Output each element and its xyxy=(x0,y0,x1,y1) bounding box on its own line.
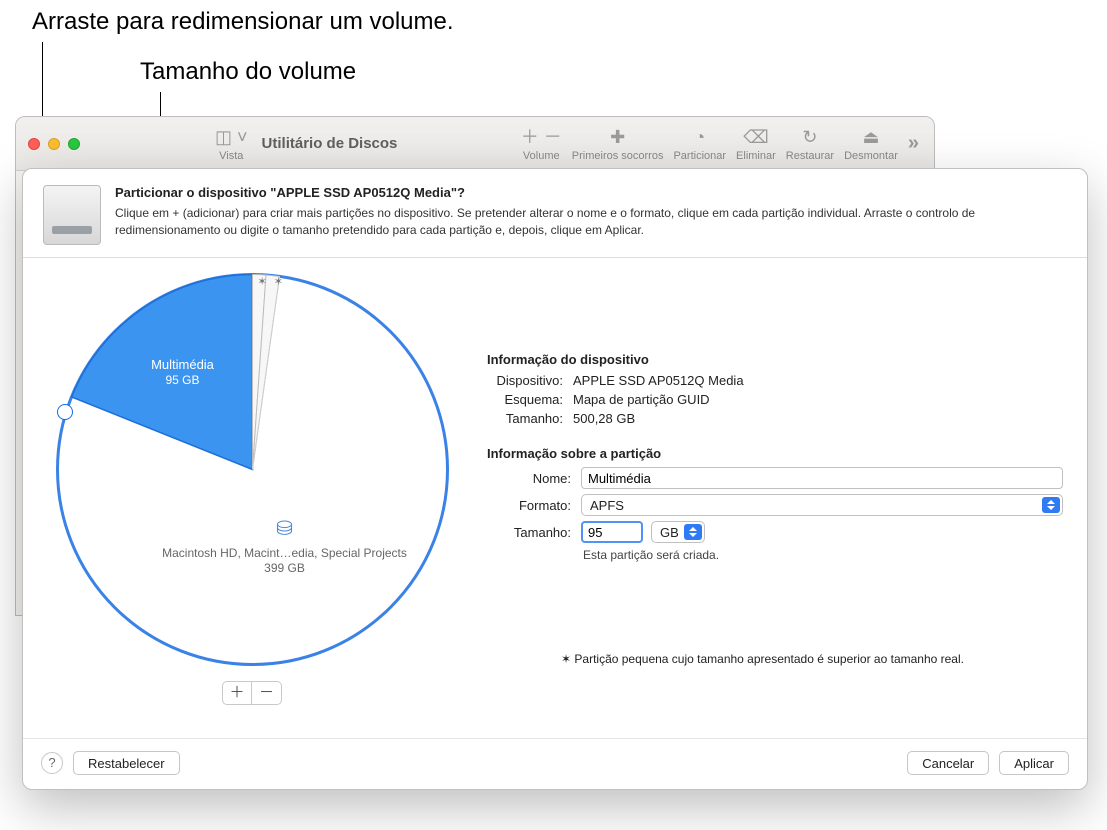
plus-minus-icon: ＋ － xyxy=(521,126,562,148)
pie-icon: ◔ xyxy=(694,126,705,148)
dialog-title: Particionar o dispositivo "APPLE SSD AP0… xyxy=(115,185,1035,200)
format-select[interactable]: APFS xyxy=(581,494,1063,516)
toolbar-volume[interactable]: ＋ － Volume xyxy=(521,126,562,162)
window-controls[interactable] xyxy=(28,138,80,150)
dialog-header: Particionar o dispositivo "APPLE SSD AP0… xyxy=(23,169,1087,258)
toolbar-first-aid-label: Primeiros socorros xyxy=(572,150,664,162)
name-label: Nome: xyxy=(487,471,573,486)
toolbar-first-aid[interactable]: ✚ Primeiros socorros xyxy=(572,126,664,162)
device-info-heading: Informação do dispositivo xyxy=(487,352,1063,367)
scheme-value: Mapa de partição GUID xyxy=(573,392,710,407)
size-label: Tamanho: xyxy=(487,411,573,426)
erase-icon: ⌫ xyxy=(743,126,768,148)
toolbar-partition-label: Particionar xyxy=(673,150,726,162)
pie-slice-size: 95 GB xyxy=(118,373,248,388)
toolbar-volume-label: Volume xyxy=(523,150,560,162)
titlebar: ◫ ˅ Vista Utilitário de Discos ＋ － Volum… xyxy=(16,117,934,171)
toolbar-restore-label: Restaurar xyxy=(786,150,834,162)
add-partition-button[interactable]: ＋ xyxy=(222,681,252,705)
toolbar-erase[interactable]: ⌫ Eliminar xyxy=(736,126,776,162)
toolbar-view[interactable]: ◫ ˅ Vista xyxy=(215,126,248,162)
size-unit-select[interactable]: GB xyxy=(651,521,705,543)
toolbar-partition[interactable]: ◔ Particionar xyxy=(673,126,726,162)
toolbar-unmount[interactable]: ⏏ Desmontar xyxy=(844,126,898,162)
chevron-updown-icon xyxy=(1042,497,1060,513)
help-button[interactable]: ? xyxy=(41,752,63,774)
restore-icon: ↻ xyxy=(802,126,817,148)
partition-info-heading: Informação sobre a partição xyxy=(487,446,1063,461)
partition-name-input[interactable] xyxy=(581,467,1063,489)
minimize-icon[interactable] xyxy=(48,138,60,150)
overflow-icon[interactable]: » xyxy=(908,132,922,155)
device-value: APPLE SSD AP0512Q Media xyxy=(573,373,744,388)
callout-drag-resize: Arraste para redimensionar um volume. xyxy=(32,8,454,36)
device-label: Dispositivo: xyxy=(487,373,573,388)
dialog-description: Clique em + (adicionar) para criar mais … xyxy=(115,205,1035,240)
remove-partition-button[interactable]: － xyxy=(252,681,282,705)
toolbar-unmount-label: Desmontar xyxy=(844,150,898,162)
toolbar-erase-label: Eliminar xyxy=(736,150,776,162)
size-unit-value: GB xyxy=(660,525,679,540)
partition-size-input[interactable] xyxy=(581,521,643,543)
partition-size-label: Tamanho: xyxy=(487,525,573,540)
partition-pie[interactable]: ✶ ✶ Multimédia 95 GB ⛁ Macintosh HD, Mac… xyxy=(47,272,457,730)
cancel-button[interactable]: Cancelar xyxy=(907,751,989,775)
callout-volume-size: Tamanho do volume xyxy=(140,58,356,86)
pie-slice-name: Macintosh HD, Macint…edia, Special Proje… xyxy=(155,546,415,561)
pie-chart[interactable] xyxy=(55,272,450,667)
pie-slice-rest[interactable]: ⛁ Macintosh HD, Macint…edia, Special Pro… xyxy=(155,517,415,576)
small-partition-markers: ✶ ✶ xyxy=(258,275,286,288)
partition-hint: Esta partição será criada. xyxy=(583,548,1063,562)
reset-button[interactable]: Restabelecer xyxy=(73,751,180,775)
pie-slice-name: Multimédia xyxy=(118,357,248,373)
toolbar-restore[interactable]: ↻ Restaurar xyxy=(786,126,834,162)
pie-slice-size: 399 GB xyxy=(155,561,415,576)
sidebar-icon: ◫ ˅ xyxy=(215,126,248,148)
apply-button[interactable]: Aplicar xyxy=(999,751,1069,775)
footnote: ✶ Partição pequena cujo tamanho apresent… xyxy=(561,652,1063,666)
partition-dialog: Particionar o dispositivo "APPLE SSD AP0… xyxy=(22,168,1088,790)
dialog-footer: ? Restabelecer Cancelar Aplicar xyxy=(23,738,1087,789)
close-icon[interactable] xyxy=(28,138,40,150)
format-value: APFS xyxy=(590,498,624,513)
format-label: Formato: xyxy=(487,498,573,513)
size-value: 500,28 GB xyxy=(573,411,635,426)
volume-icon: ⛁ xyxy=(155,517,415,542)
toolbar-view-label: Vista xyxy=(219,150,243,162)
eject-icon: ⏏ xyxy=(862,126,879,148)
chevron-updown-icon xyxy=(684,524,702,540)
stethoscope-icon: ✚ xyxy=(610,126,625,148)
app-title: Utilitário de Discos xyxy=(262,135,398,152)
resize-handle[interactable] xyxy=(57,404,73,420)
drive-icon xyxy=(43,185,101,245)
zoom-icon[interactable] xyxy=(68,138,80,150)
pie-slice-selected[interactable]: Multimédia 95 GB xyxy=(118,357,248,388)
scheme-label: Esquema: xyxy=(487,392,573,407)
